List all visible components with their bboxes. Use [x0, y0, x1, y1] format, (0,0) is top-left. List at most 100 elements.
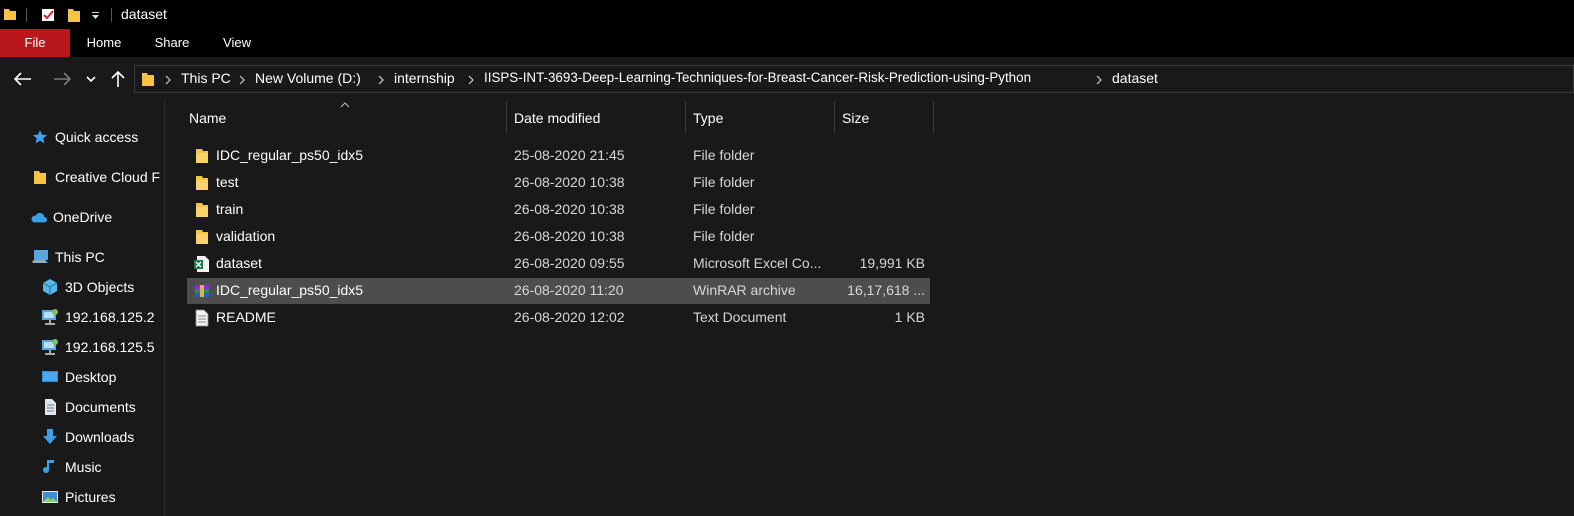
file-size: 19,991 KB — [859, 255, 925, 271]
tab-home[interactable]: Home — [80, 29, 128, 57]
sidebar-item-label: Quick access — [55, 129, 139, 145]
cube-icon — [41, 278, 59, 296]
address-bar[interactable]: This PC New Volume (D:) internship IISPS… — [134, 65, 1574, 93]
sidebar-item-documents[interactable]: Documents — [41, 395, 136, 419]
file-size: 1 KB — [894, 309, 925, 325]
sidebar-item-this-pc[interactable]: This PC — [31, 245, 105, 269]
folder-icon — [196, 149, 208, 163]
file-name: IDC_regular_ps50_idx5 — [216, 282, 364, 298]
sidebar-item-label: Pictures — [65, 489, 116, 505]
breadcrumb-dataset[interactable]: dataset — [1112, 70, 1158, 86]
sidebar-item-label: Documents — [65, 399, 136, 415]
file-type: Microsoft Excel Co... — [693, 255, 822, 271]
file-row[interactable]: IDC_regular_ps50_idx5 25-08-2020 21:45 F… — [187, 143, 930, 169]
file-date: 26-08-2020 09:55 — [514, 255, 625, 271]
tab-file[interactable]: File — [0, 29, 70, 57]
sidebar-item-quick-access[interactable]: Quick access — [31, 125, 138, 149]
file-row[interactable]: train 26-08-2020 10:38 File folder — [187, 197, 930, 223]
tab-share[interactable]: Share — [148, 29, 196, 57]
chevron-down-icon — [86, 75, 96, 82]
folder-icon[interactable] — [3, 7, 17, 21]
file-name: train — [216, 201, 244, 217]
tab-view[interactable]: View — [217, 29, 257, 57]
sidebar-item-music[interactable]: Music — [41, 455, 102, 479]
breadcrumb-project[interactable]: IISPS-INT-3693-Deep-Learning-Techniques-… — [484, 70, 1031, 85]
file-date: 26-08-2020 10:38 — [514, 228, 625, 244]
column-divider[interactable] — [685, 101, 686, 133]
cloud-icon — [29, 208, 47, 226]
sidebar-item-label: Downloads — [65, 429, 135, 445]
file-name: validation — [216, 228, 276, 244]
sidebar-item-label: 3D Objects — [65, 279, 135, 295]
file-type: File folder — [693, 201, 755, 217]
chevron-right-icon — [165, 75, 171, 85]
chevron-right-icon[interactable] — [468, 75, 474, 85]
back-button[interactable] — [11, 67, 35, 91]
star-icon — [31, 128, 49, 146]
file-row[interactable]: IDC_regular_ps50_idx5 26-08-2020 11:20 W… — [187, 278, 930, 304]
computer-icon — [31, 248, 49, 266]
file-row[interactable]: README 26-08-2020 12:02 Text Document 1 … — [187, 305, 930, 331]
chevron-right-icon[interactable] — [1096, 75, 1102, 85]
column-header-size[interactable]: Size — [836, 101, 934, 135]
file-type: File folder — [693, 147, 755, 163]
new-folder-icon[interactable] — [67, 7, 81, 23]
file-size: 16,17,618 ... — [847, 282, 925, 298]
download-icon — [41, 428, 59, 446]
sidebar-item-label: Creative Cloud F — [55, 169, 161, 185]
file-row[interactable]: dataset 26-08-2020 09:55 Microsoft Excel… — [187, 251, 930, 277]
column-divider[interactable] — [933, 101, 934, 133]
sidebar-item-onedrive[interactable]: OneDrive — [29, 205, 112, 229]
up-button[interactable] — [106, 67, 130, 91]
file-date: 26-08-2020 10:38 — [514, 201, 625, 217]
sidebar-item-label: 192.168.125.5 — [65, 339, 155, 355]
desktop-icon — [41, 368, 59, 386]
network-drive-icon — [41, 338, 59, 356]
file-list: Name Date modified Type Size IDC_regular… — [166, 101, 1574, 516]
file-row[interactable]: test 26-08-2020 10:38 File folder — [187, 170, 930, 196]
documents-icon — [41, 398, 59, 416]
file-name: dataset — [216, 255, 262, 271]
column-divider[interactable] — [834, 101, 835, 133]
file-type: File folder — [693, 228, 755, 244]
window-title: dataset — [121, 6, 167, 22]
file-type: File folder — [693, 174, 755, 190]
sidebar-item-creative-cloud[interactable]: Creative Cloud F — [31, 165, 160, 189]
sidebar-item-network-1[interactable]: 192.168.125.2 — [41, 305, 155, 329]
text-document-icon — [195, 309, 209, 327]
file-row[interactable]: validation 26-08-2020 10:38 File folder — [187, 224, 930, 250]
pictures-icon — [41, 488, 59, 506]
column-header-type[interactable]: Type — [687, 101, 835, 135]
music-icon — [41, 458, 59, 476]
column-divider[interactable] — [506, 101, 507, 133]
breadcrumb-this-pc[interactable]: This PC — [181, 70, 231, 86]
sidebar-item-label: 192.168.125.2 — [65, 309, 155, 325]
folder-icon — [31, 168, 49, 186]
sidebar-item-downloads[interactable]: Downloads — [41, 425, 134, 449]
breadcrumb-new-volume[interactable]: New Volume (D:) — [255, 70, 361, 86]
chevron-right-icon[interactable] — [378, 75, 384, 85]
column-header-name[interactable]: Name — [183, 101, 506, 135]
winrar-icon — [195, 285, 209, 297]
sidebar-item-3d-objects[interactable]: 3D Objects — [41, 275, 134, 299]
chevron-right-icon[interactable] — [239, 75, 245, 85]
title-bar: dataset — [0, 0, 1574, 29]
column-header-date[interactable]: Date modified — [508, 101, 686, 135]
sidebar-item-pictures[interactable]: Pictures — [41, 485, 116, 509]
divider — [26, 8, 27, 22]
file-type: Text Document — [693, 309, 787, 325]
properties-icon[interactable] — [40, 7, 56, 23]
file-type: WinRAR archive — [693, 282, 796, 298]
navigation-bar: This PC New Volume (D:) internship IISPS… — [0, 57, 1574, 101]
sidebar-item-desktop[interactable]: Desktop — [41, 365, 116, 389]
breadcrumb-internship[interactable]: internship — [394, 70, 455, 86]
recent-locations-button[interactable] — [81, 67, 101, 91]
up-arrow-icon — [111, 70, 125, 87]
folder-icon — [196, 230, 208, 244]
network-drive-icon — [41, 308, 59, 326]
forward-button[interactable] — [50, 67, 74, 91]
sidebar-item-network-2[interactable]: 192.168.125.5 — [41, 335, 155, 359]
folder-icon — [142, 73, 154, 86]
excel-icon — [194, 256, 209, 272]
customize-toolbar-icon[interactable] — [91, 11, 100, 20]
